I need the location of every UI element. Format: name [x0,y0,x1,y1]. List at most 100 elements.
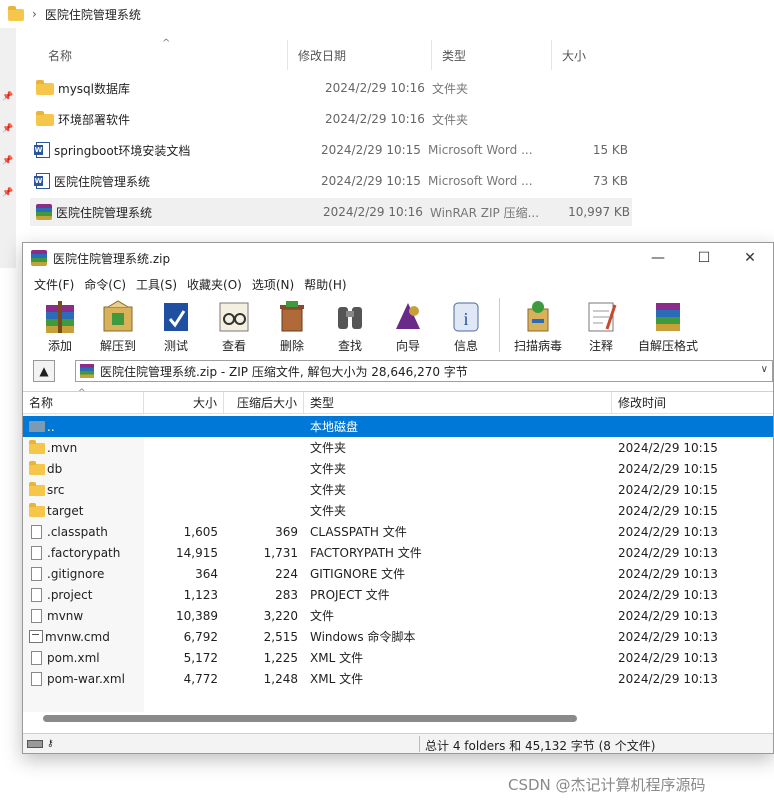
explorer-row[interactable]: springboot环境安装文档 2024/2/29 10:15 Microso… [30,136,632,164]
column-type[interactable]: 类型 [304,391,612,414]
command-script-icon [29,630,43,643]
pin-icon[interactable]: 📌 [2,92,13,102]
file-row-selected[interactable]: .. 本地磁盘 [23,416,773,437]
file-icon [31,545,42,560]
column-size[interactable]: 大小 [552,40,634,70]
address-bar: ▲ 医院住院管理系统.zip - ZIP 压缩文件, 解包大小为 28,646,… [23,358,773,384]
address-field[interactable]: 医院住院管理系统.zip - ZIP 压缩文件, 解包大小为 28,646,27… [75,360,773,382]
virus-scan-icon [527,301,549,332]
horizontal-scrollbar[interactable] [43,715,577,722]
status-icons: ⚷ [27,737,67,751]
virus-scan-button[interactable]: 扫描病毒 [506,295,570,355]
word-document-icon [34,142,50,158]
column-modified[interactable]: 修改时间 [612,392,772,414]
chevron-down-icon[interactable]: ∨ [761,364,768,375]
file-row[interactable]: mvnw 10,389 3,220 文件 2024/2/29 10:13 [23,605,773,626]
wizard-button[interactable]: 向导 [381,295,435,355]
add-button[interactable]: 添加 [33,295,87,355]
info-icon: i [453,302,479,332]
pin-icon[interactable]: 📌 [2,156,13,166]
toolbar-divider [499,298,500,352]
explorer-row[interactable]: mysql数据库 2024/2/29 10:16 文件夹 [30,74,632,102]
title-bar[interactable]: 医院住院管理系统.zip — ☐ ✕ [23,243,773,273]
column-date[interactable]: 修改日期 [288,40,432,70]
column-size[interactable]: 大小 [144,391,224,414]
arrow-up-icon: ▲ [39,364,49,378]
comment-button[interactable]: 注释 [574,295,628,355]
pin-icon[interactable]: 📌 [2,124,13,134]
delete-button[interactable]: 删除 [265,295,319,355]
status-divider [419,736,420,752]
menu-help[interactable]: 帮助(H) [299,276,351,293]
column-type[interactable]: 类型 [432,40,552,70]
word-document-icon [34,173,50,189]
file-list: 名称 ^ 大小 压缩后大小 类型 修改时间 .. 本地磁盘 .mvn 文件夹 20… [23,388,773,733]
file-row[interactable]: .project 1,123 283 PROJECT 文件 2024/2/29 10… [23,584,773,605]
file-row[interactable]: .classpath 1,605 369 CLASSPATH 文件 2024/2/2… [23,521,773,542]
maximize-button[interactable]: ☐ [681,243,727,273]
key-icon[interactable]: ⚷ [47,739,61,749]
sfx-button[interactable]: 自解压格式 [632,295,704,355]
file-row[interactable]: .gitignore 364 224 GITIGNORE 文件 2024/2/29 … [23,563,773,584]
menu-file[interactable]: 文件(F) [29,276,79,293]
menu-commands[interactable]: 命令(C) [79,276,131,293]
test-icon [164,303,188,331]
file-row[interactable]: mvnw.cmd 6,792 2,515 Windows 命令脚本 2024/2/2… [23,626,773,647]
explorer-column-header: 名称 ^ 修改日期 类型 大小 [30,38,634,70]
folder-icon [29,482,45,496]
file-icon [31,608,42,623]
file-icon [31,587,42,602]
breadcrumb-item[interactable]: 医院住院管理系统 [45,6,141,23]
wizard-icon [396,303,420,329]
column-packed-size[interactable]: 压缩后大小 [224,391,304,414]
winrar-window: 医院住院管理系统.zip — ☐ ✕ 文件(F) 命令(C) 工具(S) 收藏夹… [22,242,774,754]
folder-icon [29,440,45,454]
up-folder-button[interactable]: ▲ [33,360,55,382]
column-name[interactable]: 名称 ^ [23,388,144,414]
file-row[interactable]: .mvn 文件夹 2024/2/29 10:15 [23,437,773,458]
winrar-app-icon [31,250,47,266]
add-archive-icon [46,301,74,333]
menu-favorites[interactable]: 收藏夹(O) [182,276,247,293]
file-icon [31,650,42,665]
file-row[interactable]: .factorypath 14,915 1,731 FACTORYPATH 文件 2… [23,542,773,563]
comment-icon [588,302,617,332]
breadcrumb: › 医院住院管理系统 [0,0,774,28]
file-icon [31,671,42,686]
explorer-row[interactable]: 环境部署软件 2024/2/29 10:16 文件夹 [30,105,632,133]
menu-bar: 文件(F) 命令(C) 工具(S) 收藏夹(O) 选项(N) 帮助(H) [23,273,773,295]
folder-icon [29,461,45,475]
file-row[interactable]: pom-war.xml 4,772 1,248 XML 文件 2024/2/29 1… [23,668,773,689]
file-row[interactable]: pom.xml 5,172 1,225 XML 文件 2024/2/29 10:13 [23,647,773,668]
extract-to-button[interactable]: 解压到 [91,295,145,355]
svg-text:i: i [463,309,468,329]
binoculars-icon [338,307,362,329]
pin-icon[interactable]: 📌 [2,188,13,198]
file-row[interactable]: src 文件夹 2024/2/29 10:15 [23,479,773,500]
sort-up-icon: ^ [78,387,86,398]
minimize-button[interactable]: — [635,243,681,273]
status-summary: 总计 4 folders 和 45,132 字节 (8 个文件) [425,739,656,753]
menu-tools[interactable]: 工具(S) [131,276,182,293]
folder-icon [8,6,24,21]
navigation-pane: 📌 📌 📌 📌 [0,28,16,268]
find-button[interactable]: 查找 [323,295,377,355]
test-button[interactable]: 测试 [149,295,203,355]
menu-options[interactable]: 选项(N) [247,276,299,293]
explorer-row[interactable]: 医院住院管理系统 2024/2/29 10:15 Microsoft Word … [30,167,632,195]
status-bar: ⚷ 总计 4 folders 和 45,132 字节 (8 个文件) [23,733,773,753]
view-button[interactable]: 查看 [207,295,261,355]
file-row[interactable]: db 文件夹 2024/2/29 10:15 [23,458,773,479]
explorer-row-selected[interactable]: 医院住院管理系统 2024/2/29 10:16 WinRAR ZIP 压缩..… [30,198,632,226]
info-button[interactable]: i 信息 [439,295,493,355]
extract-icon [103,300,133,332]
delete-icon [280,301,304,332]
file-icon [31,524,42,539]
folder-icon [36,111,54,126]
folder-icon [29,503,45,517]
drive-icon[interactable] [27,739,43,748]
winrar-archive-icon [80,364,94,378]
close-button[interactable]: ✕ [727,243,773,273]
file-row[interactable]: target 文件夹 2024/2/29 10:15 [23,500,773,521]
column-name[interactable]: 名称 ^ [30,38,288,70]
